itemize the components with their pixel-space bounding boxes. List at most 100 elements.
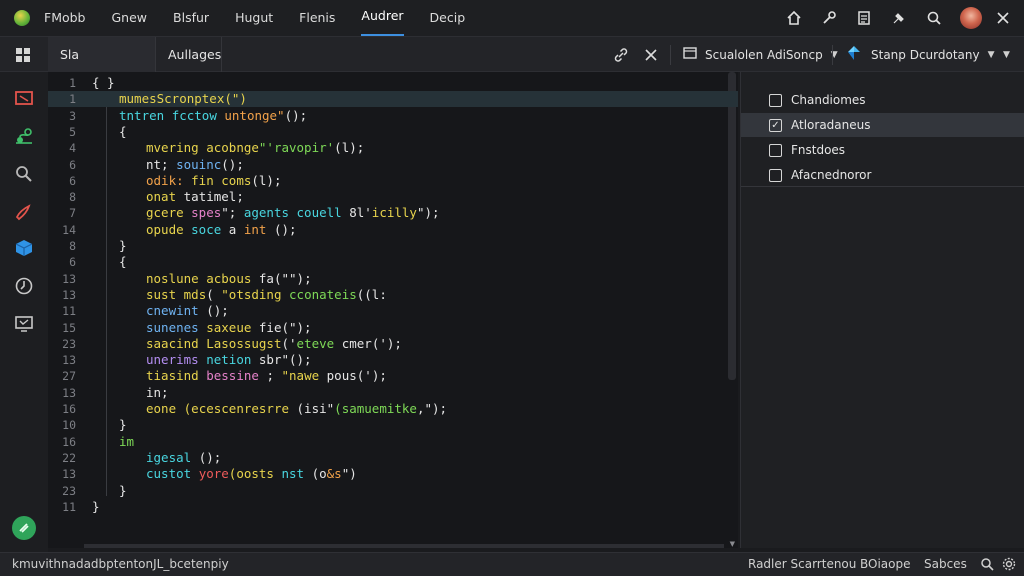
code-token: a [228, 221, 244, 237]
home-icon[interactable] [785, 9, 803, 27]
code-line[interactable]: 8 onat tatimel; [48, 189, 738, 205]
code-line[interactable]: 27 tiasind bessine ; "nawe pous('); [48, 368, 738, 384]
code-line[interactable]: 6 nt; souinc(); [48, 157, 738, 173]
file-icon[interactable] [14, 88, 34, 108]
code-token: cmer [341, 335, 372, 351]
option-item[interactable]: Afacnednoror [741, 163, 1024, 187]
package-icon[interactable] [14, 238, 34, 258]
pin-icon[interactable] [890, 9, 908, 27]
grid-icon[interactable] [15, 47, 31, 67]
app-logo-icon[interactable] [14, 10, 30, 26]
code-line[interactable]: 23 saacind Lasossugst('eteve cmer('); [48, 336, 738, 352]
code-line[interactable]: 5{ [48, 124, 738, 140]
menu-item[interactable]: Audrer [361, 0, 404, 36]
scope-select[interactable]: Scualolen AdiSoncp ▼ [683, 37, 838, 72]
code-line[interactable]: 11 cnewint (); [48, 303, 738, 319]
menubar: FMobb Gnew Blsfur Hugut Flenis Audrer Decip [0, 0, 1024, 36]
user-avatar[interactable] [960, 7, 982, 29]
search-icon[interactable] [925, 9, 943, 27]
code-line[interactable]: 15 sunenes saxeue fie("); [48, 320, 738, 336]
close-icon[interactable] [642, 46, 660, 64]
settings-icon[interactable] [1002, 557, 1016, 571]
menu-item[interactable]: Gnew [112, 0, 148, 36]
code-content: } [92, 499, 100, 515]
option-checkbox[interactable] [769, 168, 782, 182]
overflow-chevron[interactable]: ▼ [995, 37, 1010, 72]
code-line[interactable]: 13 in; [48, 385, 738, 401]
option-item[interactable]: Chandiomes [741, 88, 1024, 112]
code-token: acobnge [206, 140, 259, 156]
code-line[interactable]: 7 gcere spes"; agents couell 8l'icilly"); [48, 205, 738, 221]
chevron-down-icon: ▼ [1003, 49, 1010, 60]
menu-item[interactable]: Blsfur [173, 0, 209, 36]
code-token: (' [281, 335, 297, 351]
status-item-spaces[interactable]: Sabces [924, 557, 967, 571]
close-window-icon[interactable] [994, 9, 1012, 27]
menu-item[interactable]: FMobb [44, 0, 86, 36]
line-number: 6 [69, 255, 76, 270]
monitor-icon[interactable] [14, 314, 34, 334]
code-token: fie [258, 319, 282, 335]
code-line[interactable]: 3 tntren fcctow untonge"(); [48, 108, 738, 124]
code-line[interactable]: 1 mumesScronptex(") [48, 91, 738, 108]
menu-item[interactable]: Decip [430, 0, 466, 36]
check-status-icon[interactable] [12, 516, 36, 540]
option-label: Fnstdoes [791, 143, 846, 157]
document-icon[interactable] [855, 9, 873, 27]
code-line[interactable]: 8} [48, 238, 738, 254]
menu-item[interactable]: Flenis [299, 0, 335, 36]
code-line[interactable]: 13 custot yore(oosts nst (o&s") [48, 466, 738, 482]
zoom-icon[interactable] [980, 557, 994, 571]
code-token: sunenes [146, 319, 207, 335]
line-number: 6 [69, 157, 76, 172]
line-number: 4 [69, 141, 76, 156]
chevron-down-icon: ▼ [987, 49, 995, 60]
option-checkbox[interactable]: ✓ [769, 118, 782, 132]
code-line[interactable]: 1 { } [48, 75, 738, 91]
code-line[interactable]: 13 unerims netion sbr"(); [48, 352, 738, 368]
code-line[interactable]: 13 noslune acbous fa(""); [48, 271, 738, 287]
code-line[interactable]: 6 odik: fin coms(l); [48, 173, 738, 189]
code-content: cnewint (); [146, 303, 229, 319]
option-item[interactable]: ✓ Atloradaneus [741, 113, 1024, 137]
brush-icon[interactable] [14, 202, 34, 222]
code-line[interactable]: 16 eone (ecescenresrre (isi"(samuemitke,"… [48, 401, 738, 417]
line-number: 13 [62, 287, 76, 302]
code-line[interactable]: 14 opude soce a int (); [48, 222, 738, 238]
code-token: souinc [176, 156, 222, 172]
tab-aullages[interactable]: Aullages [156, 37, 222, 72]
search-icon[interactable] [14, 164, 34, 184]
code-line[interactable]: 11} [48, 499, 738, 515]
code-line[interactable]: 16 im [48, 434, 738, 450]
code-token: cconateis [289, 286, 357, 302]
status-item-scope[interactable]: BOiaope [860, 557, 911, 571]
git-branch-icon[interactable] [14, 126, 34, 146]
code-token: eteve [296, 335, 342, 351]
code-line[interactable]: 6{ [48, 254, 738, 270]
code-token: int [243, 221, 274, 237]
timer-icon[interactable] [14, 276, 34, 296]
code-line[interactable]: 13 sust mds( "otsding cconateis((l: [48, 287, 738, 303]
tab-editor[interactable]: Sla Deencotmes [48, 37, 156, 97]
editor-hscrollbar[interactable] [84, 544, 724, 548]
scroll-down-arrow-icon[interactable]: ▼ [730, 540, 735, 548]
link-icon[interactable] [612, 46, 630, 64]
code-token: "); [416, 205, 440, 221]
option-item[interactable]: Fnstdoes [741, 138, 1024, 162]
menu-item[interactable]: Hugut [235, 0, 273, 36]
code-token: sust [146, 286, 184, 302]
code-line[interactable]: 4 mvering acobnge"'ravopir'(l); [48, 140, 738, 156]
code-line[interactable]: 23} [48, 483, 738, 499]
option-checkbox[interactable] [769, 143, 782, 157]
code-line[interactable]: 22 igesal (); [48, 450, 738, 466]
code-editor[interactable]: ▼ 1 { } 1 mumesScronptex(") 3 tntren fcctow u… [48, 72, 738, 548]
option-checkbox[interactable] [769, 93, 782, 107]
code-token: cnewint [146, 303, 207, 319]
line-number: 11 [62, 499, 76, 514]
toolbar-divider [832, 45, 833, 65]
branch-select[interactable]: Stanp Dcurdotany ▼ [845, 37, 995, 72]
code-line[interactable]: 10} [48, 417, 738, 433]
settings-tools-icon[interactable] [820, 9, 838, 27]
code-content: odik: fin coms(l); [146, 173, 281, 189]
status-item-renderer[interactable]: Radler Scarrtenou [748, 557, 856, 571]
